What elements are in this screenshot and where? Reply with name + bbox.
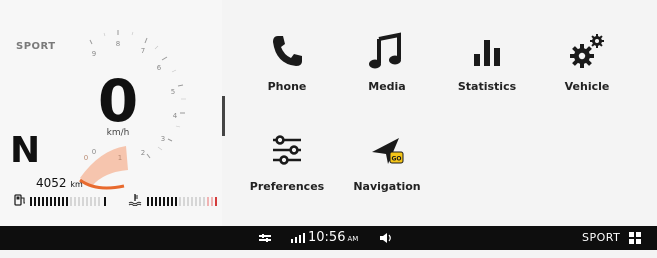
- odometer: 4052 km: [36, 176, 83, 190]
- rpm-fill: [80, 146, 128, 186]
- tach-tick: [167, 138, 173, 142]
- coolant-temperature-icon: [128, 193, 142, 209]
- sliders-icon: [237, 130, 337, 172]
- bar-chart-icon: [437, 30, 537, 72]
- volume-icon[interactable]: [378, 226, 394, 250]
- app-phone[interactable]: Phone: [237, 30, 337, 93]
- gear-indicator: N: [10, 130, 41, 171]
- app-label: Statistics: [457, 80, 517, 93]
- app-label: Media: [368, 80, 406, 93]
- speed-unit: km/h: [106, 128, 130, 138]
- tach-tick: [177, 84, 184, 87]
- tach-label: 4: [173, 112, 178, 120]
- tach-label: 0: [92, 148, 96, 156]
- tach-tick: [89, 39, 93, 45]
- tach-tick: [161, 56, 168, 61]
- svg-text:0: 0: [84, 154, 88, 162]
- clock-ampm: AM: [347, 235, 359, 243]
- tach-tick: [146, 153, 151, 159]
- svg-text:GO: GO: [391, 156, 401, 163]
- drive-mode-indicator[interactable]: SPORT: [582, 226, 620, 250]
- app-statistics[interactable]: Statistics: [437, 30, 537, 93]
- app-grid-icon[interactable]: [628, 226, 642, 250]
- app-vehicle[interactable]: Vehicle: [537, 30, 637, 93]
- tach-label: 8: [116, 40, 120, 48]
- signal-bars-icon: [290, 226, 306, 250]
- fuel-level-bar: [30, 197, 106, 206]
- music-note-icon: [337, 30, 437, 72]
- odometer-value: 4052: [36, 176, 67, 190]
- fuel-pump-icon: [14, 193, 26, 209]
- app-navigation[interactable]: GO Navigation: [337, 130, 437, 193]
- cluster-divider: [222, 96, 225, 136]
- link-icon[interactable]: [258, 226, 272, 250]
- app-launcher-grid: Phone Media Statistics Vehicle Preferenc…: [230, 0, 657, 226]
- svg-text:1: 1: [118, 154, 122, 162]
- tach-label: 5: [171, 88, 175, 96]
- phone-icon: [237, 30, 337, 72]
- app-label: Preferences: [249, 180, 325, 193]
- app-label: Vehicle: [564, 80, 610, 93]
- navigation-arrow-icon: GO: [337, 130, 437, 172]
- app-preferences[interactable]: Preferences: [237, 130, 337, 193]
- coolant-temperature-bar: [147, 197, 217, 206]
- status-bar: 10:56 AM SPORT: [0, 226, 657, 250]
- tach-label: 7: [141, 47, 145, 55]
- tach-tick: [144, 37, 148, 44]
- app-media[interactable]: Media: [337, 30, 437, 93]
- clock-time: 10:56: [308, 230, 346, 245]
- app-label: Phone: [267, 80, 307, 93]
- clock[interactable]: 10:56 AM: [308, 226, 358, 250]
- app-label: Navigation: [353, 180, 421, 193]
- tach-label: 9: [92, 50, 96, 58]
- tach-label: 3: [161, 135, 165, 143]
- tach-label: 2: [141, 149, 145, 157]
- speed-readout: 0: [97, 67, 139, 135]
- gears-icon: [537, 30, 637, 72]
- tach-label: 6: [157, 64, 162, 72]
- odometer-unit: km: [70, 180, 83, 189]
- instrument-cluster: SPORT 9 8 7 6 5 4 3 2 0 0 1 0 km/h N 405…: [0, 0, 222, 226]
